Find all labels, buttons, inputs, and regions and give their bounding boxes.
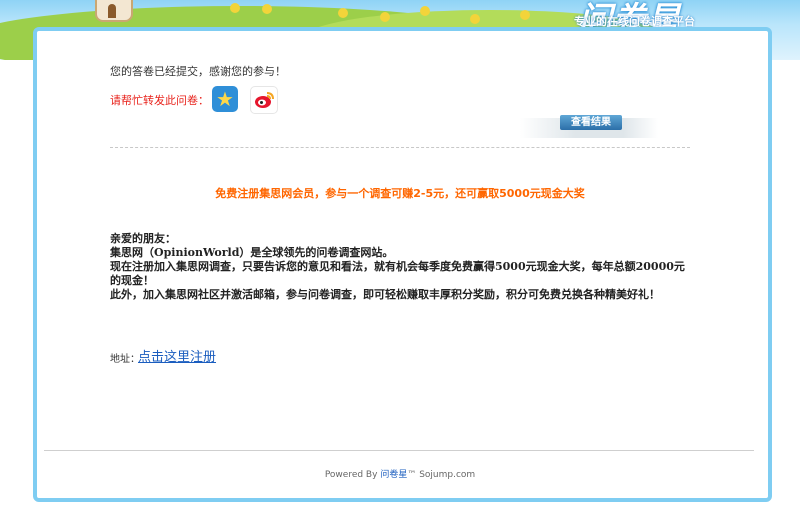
body-line: 集思网（OpinionWorld）是全球领先的问卷调查网站。 xyxy=(110,246,394,259)
flower-icon xyxy=(420,6,430,16)
qzone-share-button[interactable]: ★ xyxy=(212,86,238,112)
qzone-icon: ★ xyxy=(216,87,234,111)
view-results-button[interactable]: 查看结果 xyxy=(560,115,622,130)
flower-icon xyxy=(380,12,390,22)
body-line: 现在注册加入集思网调查，只要告诉您的意见和看法，就有机会每季度免费赢得5000元… xyxy=(110,260,685,287)
divider xyxy=(110,147,690,148)
flower-icon xyxy=(262,4,272,14)
greeting-text: 亲爱的朋友： xyxy=(110,232,176,245)
weibo-share-button[interactable] xyxy=(250,86,278,114)
footer-suffix: ™ Sojump.com xyxy=(407,470,476,480)
share-label: 请帮忙转发此问卷： xyxy=(110,94,209,107)
flower-icon xyxy=(230,3,240,13)
footer-divider xyxy=(44,450,754,451)
footer: Powered By 问卷星™ Sojump.com xyxy=(0,467,800,480)
register-link[interactable]: 点击这里注册 xyxy=(138,346,216,365)
body-line: 此外，加入集思网社区并激活邮箱，参与问卷调查，即可轻松赚取丰厚积分奖励，积分可免… xyxy=(110,288,660,301)
promo-headline: 免费注册集思网会员，参与一个调查可赚2-5元，还可赢取5000元现金大奖 xyxy=(215,187,585,200)
footer-brand-link[interactable]: 问卷星 xyxy=(380,470,407,480)
flower-icon xyxy=(338,8,348,18)
address-label: 地址： xyxy=(110,354,140,365)
house-door-icon xyxy=(108,4,116,18)
flower-icon xyxy=(520,10,530,20)
flower-icon xyxy=(470,14,480,24)
promo-body: 亲爱的朋友： 集思网（OpinionWorld）是全球领先的问卷调查网站。 现在… xyxy=(110,232,690,302)
weibo-icon xyxy=(255,92,274,108)
submission-confirmation: 您的答卷已经提交，感谢您的参与！ xyxy=(110,65,286,78)
footer-prefix: Powered By xyxy=(324,470,381,480)
